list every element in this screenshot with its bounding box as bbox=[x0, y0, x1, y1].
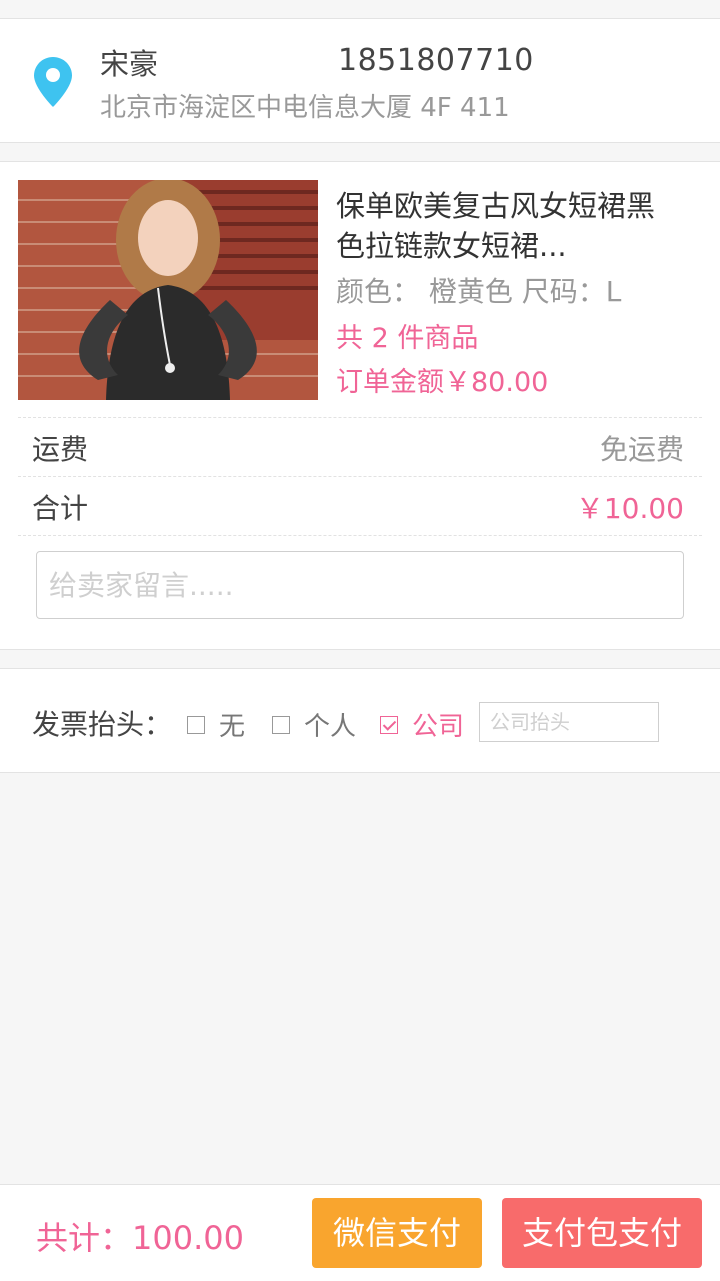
invoice-card: 发票抬头： 无 个人 公司 bbox=[0, 668, 720, 773]
seller-message-input[interactable] bbox=[36, 551, 684, 619]
total-row: 合计 ￥10.00 bbox=[18, 476, 702, 536]
checkout-bar: 共计：100.00 微信支付 支付包支付 bbox=[0, 1184, 720, 1281]
freight-label: 运费 bbox=[32, 433, 89, 466]
total-label: 合计 bbox=[32, 492, 89, 525]
invoice-option-none[interactable]: 无 bbox=[187, 706, 245, 743]
order-amount: 订单金额￥80.00 bbox=[336, 367, 549, 398]
recipient-address: 北京市海淀区中电信息大厦 4F 411 bbox=[100, 93, 510, 123]
product-title-line1: 保单欧美复古风女短裙黑 bbox=[336, 189, 656, 223]
checkbox-icon bbox=[272, 715, 290, 734]
wechat-pay-button[interactable]: 微信支付 bbox=[312, 1198, 482, 1268]
product-title-line2: 色拉链款女短裙... bbox=[336, 229, 567, 263]
invoice-option-label: 个人 bbox=[304, 712, 357, 742]
product-image[interactable] bbox=[18, 180, 318, 400]
freight-value: 免运费 bbox=[599, 433, 684, 466]
total-value: ￥10.00 bbox=[575, 492, 684, 525]
recipient-phone: 1851807710 bbox=[338, 43, 534, 78]
location-pin-icon bbox=[34, 57, 72, 107]
company-title-input[interactable] bbox=[479, 702, 659, 742]
invoice-option-label: 公司 bbox=[412, 712, 465, 742]
invoice-option-label: 无 bbox=[219, 712, 246, 742]
product-spec: 颜色： 橙黄色 尺码：L bbox=[336, 275, 622, 308]
invoice-option-personal[interactable]: 个人 bbox=[272, 706, 356, 743]
checkbox-icon bbox=[187, 715, 205, 734]
product-count: 共 2 件商品 bbox=[336, 323, 479, 354]
grand-total: 共计：100.00 bbox=[36, 1219, 244, 1257]
product-title[interactable]: 保单欧美复古风女短裙黑 色拉链款女短裙... bbox=[336, 186, 686, 266]
checkbox-checked-icon bbox=[380, 715, 398, 734]
invoice-option-company[interactable]: 公司 bbox=[380, 706, 464, 743]
recipient-name: 宋豪 bbox=[100, 47, 159, 81]
order-card: 保单欧美复古风女短裙黑 色拉链款女短裙... 颜色： 橙黄色 尺码：L 共 2 … bbox=[0, 161, 720, 650]
freight-row: 运费 免运费 bbox=[18, 417, 702, 476]
address-card[interactable]: 宋豪 1851807710 北京市海淀区中电信息大厦 4F 411 bbox=[0, 18, 720, 143]
alipay-pay-button[interactable]: 支付包支付 bbox=[502, 1198, 702, 1268]
invoice-label: 发票抬头： bbox=[32, 708, 173, 741]
